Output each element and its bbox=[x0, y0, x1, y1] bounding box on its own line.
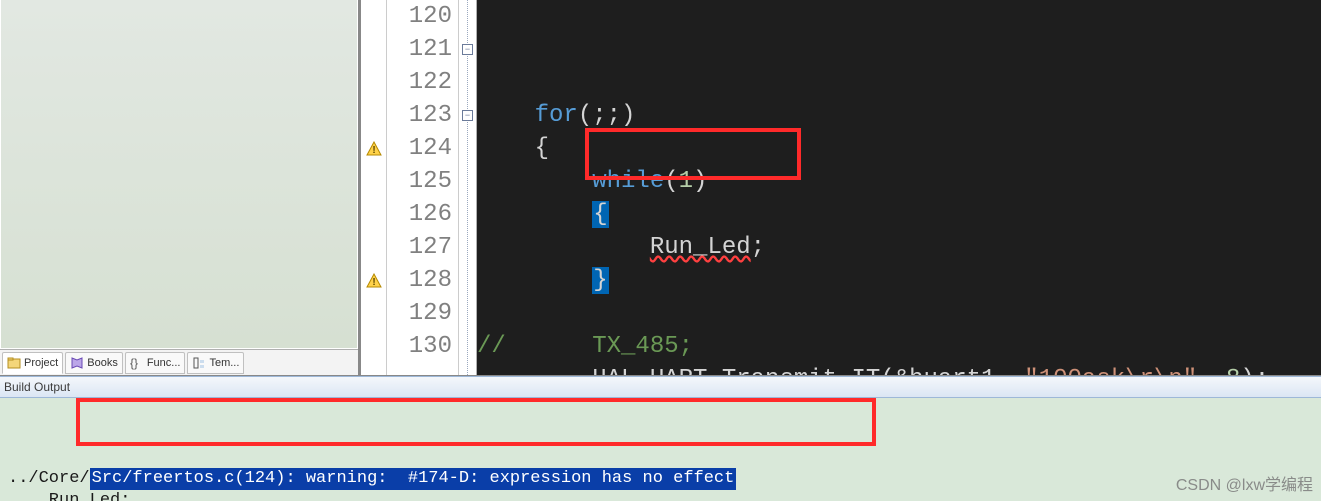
line-number: 123 bbox=[387, 99, 452, 132]
fold-toggle-icon[interactable]: − bbox=[462, 110, 473, 121]
marker-cell bbox=[361, 198, 386, 231]
tab-project[interactable]: Project bbox=[2, 352, 63, 374]
project-icon bbox=[7, 356, 21, 370]
svg-text:!: ! bbox=[372, 277, 375, 288]
build-output-title: Build Output bbox=[0, 376, 1321, 398]
marker-cell bbox=[361, 330, 386, 363]
code-area[interactable]: for(;;) { while(1) { Run_Led; } // TX_485… bbox=[477, 0, 1321, 375]
template-icon bbox=[192, 356, 206, 370]
line-number: 122 bbox=[387, 66, 452, 99]
annotation-box-output bbox=[76, 398, 876, 446]
marker-cell bbox=[361, 297, 386, 330]
output-line[interactable]: Run_Led; bbox=[8, 490, 1313, 501]
build-output-title-label: Build Output bbox=[4, 380, 70, 394]
line-number: 126 bbox=[387, 198, 452, 231]
ide-window: Project Books {} Func... bbox=[0, 0, 1321, 501]
build-output[interactable]: ../Core/Src/freertos.c(124): warning: #1… bbox=[0, 398, 1321, 501]
code-line[interactable]: { bbox=[477, 132, 1321, 165]
line-number: 130 bbox=[387, 330, 452, 363]
tab-functions[interactable]: {} Func... bbox=[125, 352, 186, 374]
code-line[interactable]: Run_Led; bbox=[477, 231, 1321, 264]
left-panel: Project Books {} Func... bbox=[0, 0, 360, 375]
tab-templates[interactable]: Tem... bbox=[187, 352, 244, 374]
tab-project-label: Project bbox=[24, 357, 58, 369]
line-number: 127 bbox=[387, 231, 452, 264]
fold-toggle-icon[interactable]: − bbox=[462, 44, 473, 55]
marker-cell bbox=[361, 66, 386, 99]
line-number: 125 bbox=[387, 165, 452, 198]
marker-cell bbox=[361, 99, 386, 132]
code-line[interactable] bbox=[477, 297, 1321, 330]
line-number: 121 bbox=[387, 33, 452, 66]
marker-cell bbox=[361, 0, 386, 33]
marker-cell bbox=[361, 165, 386, 198]
line-number: 120 bbox=[387, 0, 452, 33]
project-tree[interactable] bbox=[0, 0, 358, 349]
code-line[interactable]: { bbox=[477, 198, 1321, 231]
code-line[interactable]: // TX_485; bbox=[477, 330, 1321, 363]
fold-margin: −− bbox=[459, 0, 477, 375]
marker-cell bbox=[361, 33, 386, 66]
output-line[interactable]: ../Core/Src/freertos.c(124): warning: #1… bbox=[8, 468, 1313, 490]
line-number: 128 bbox=[387, 264, 452, 297]
code-line[interactable]: for(;;) bbox=[477, 99, 1321, 132]
top-area: Project Books {} Func... bbox=[0, 0, 1321, 376]
tab-books[interactable]: Books bbox=[65, 352, 123, 374]
code-line[interactable]: HAL_UART_Transmit_IT(&huart1, "100ask\r\… bbox=[477, 363, 1321, 375]
output-warning-highlight: Src/freertos.c(124): warning: #174-D: ex… bbox=[90, 468, 737, 490]
warning-icon: ! bbox=[361, 132, 386, 165]
code-line[interactable]: } bbox=[477, 264, 1321, 297]
tab-templates-label: Tem... bbox=[209, 357, 239, 369]
line-number: 129 bbox=[387, 297, 452, 330]
svg-text:!: ! bbox=[372, 145, 375, 156]
code-editor[interactable]: !! 120121122123124125126127128129130 −− … bbox=[360, 0, 1321, 375]
line-number-gutter: 120121122123124125126127128129130 bbox=[387, 0, 459, 375]
marker-margin: !! bbox=[361, 0, 387, 375]
tab-books-label: Books bbox=[87, 357, 118, 369]
warning-icon: ! bbox=[361, 264, 386, 297]
line-number: 124 bbox=[387, 132, 452, 165]
braces-icon: {} bbox=[130, 356, 144, 370]
code-line[interactable]: while(1) bbox=[477, 165, 1321, 198]
books-icon bbox=[70, 356, 84, 370]
marker-cell bbox=[361, 231, 386, 264]
left-tabstrip: Project Books {} Func... bbox=[0, 349, 358, 375]
svg-text:{}: {} bbox=[130, 356, 138, 370]
tab-functions-label: Func... bbox=[147, 357, 181, 369]
